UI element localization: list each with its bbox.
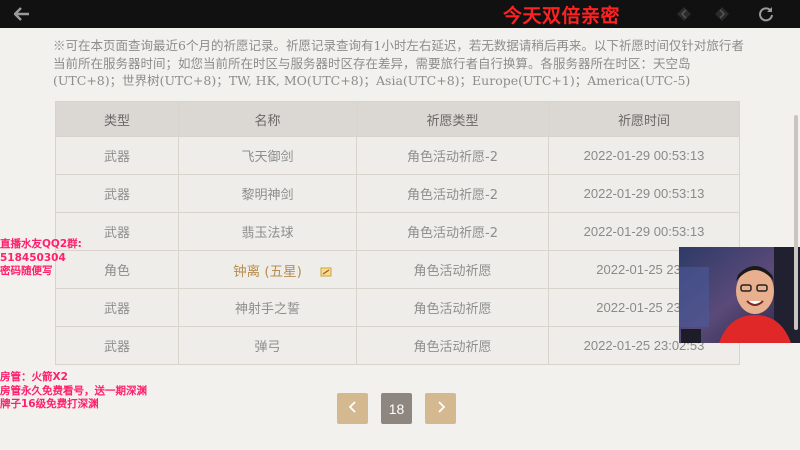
cell-wish-type: 角色活动祈愿-2 (356, 212, 549, 251)
wish-history-table: 类型 名称 祈愿类型 祈愿时间 武器 飞天御剑 角色活动祈愿-2 2022-01… (55, 101, 740, 365)
next-page-button[interactable] (425, 393, 456, 424)
qq-line-3: 密码随便写 (0, 265, 53, 277)
cell-time: 2022-01-29 00:53:13 (548, 212, 740, 251)
cell-wish-type: 角色活动祈愿-2 (356, 136, 549, 175)
admin-line-1: 房管：火箭X2 (0, 371, 68, 383)
cell-name: 飞天御剑 (178, 136, 357, 175)
page-scrollbar[interactable] (794, 115, 798, 330)
chevron-left-icon (348, 399, 358, 418)
chevron-right-icon (436, 399, 446, 418)
table-row: 武器 神射手之誓 角色活动祈愿 2022-01-25 23:0 (55, 288, 740, 327)
cell-type: 武器 (55, 136, 179, 175)
sticker-icon (320, 262, 332, 277)
table-row: 角色 钟离 (五星) 角色活动祈愿 2022-01-25 23:0 (55, 250, 740, 289)
prev-page-button[interactable] (337, 393, 368, 424)
admin-overlay: 房管：火箭X2 房管永久免费看号，送一期深渊 牌子16级免费打深渊 (0, 371, 147, 412)
back-arrow-icon[interactable] (12, 4, 32, 24)
cell-wish-type: 角色活动祈愿 (356, 250, 549, 289)
cell-name: 弹弓 (178, 326, 357, 365)
table-row: 武器 飞天御剑 角色活动祈愿-2 2022-01-29 00:53:13 (55, 136, 740, 175)
admin-line-3: 牌子16级免费打深渊 (0, 398, 99, 410)
cell-type: 武器 (55, 288, 179, 327)
cell-type: 武器 (55, 174, 179, 213)
table-header-row: 类型 名称 祈愿类型 祈愿时间 (55, 101, 740, 137)
cell-wish-type: 角色活动祈愿-2 (356, 174, 549, 213)
qq-line-2: 518450304 (0, 251, 66, 264)
table-row: 武器 弹弓 角色活动祈愿 2022-01-25 23:02:53 (55, 326, 740, 365)
header-wish-time: 祈愿时间 (548, 101, 740, 137)
current-page-indicator[interactable]: 18 (381, 393, 412, 424)
table-row: 武器 翡玉法球 角色活动祈愿-2 2022-01-29 00:53:13 (55, 212, 740, 251)
header-name: 名称 (178, 101, 357, 137)
header-wish-type: 祈愿类型 (356, 101, 549, 137)
diamond-left-icon[interactable] (674, 4, 694, 24)
cell-wish-type: 角色活动祈愿 (356, 288, 549, 327)
cell-time: 2022-01-29 00:53:13 (548, 174, 740, 213)
webcam-overlay (679, 247, 800, 343)
cell-name: 神射手之誓 (178, 288, 357, 327)
qq-group-overlay: 直播水友QQ2群: 518450304 密码随便写 (0, 238, 82, 279)
cell-name: 翡玉法球 (178, 212, 357, 251)
header-type: 类型 (55, 101, 179, 137)
admin-line-2: 房管永久免费看号，送一期深渊 (0, 384, 147, 397)
cell-time: 2022-01-29 00:53:13 (548, 136, 740, 175)
stream-overlay-title: 今天双倍亲密 (503, 5, 621, 27)
refresh-icon[interactable] (756, 4, 776, 24)
cell-wish-type: 角色活动祈愿 (356, 326, 549, 365)
table-row: 武器 黎明神剑 角色活动祈愿-2 2022-01-29 00:53:13 (55, 174, 740, 213)
cell-type: 武器 (55, 326, 179, 365)
top-toolbar: 今天双倍亲密 (0, 0, 800, 28)
qq-line-1: 直播水友QQ2群: (0, 238, 82, 250)
wish-notice: ※可在本页面查询最近6个月的祈愿记录。祈愿记录查询有1小时左右延迟，若无数据请稍… (53, 38, 744, 88)
diamond-right-icon[interactable] (712, 4, 732, 24)
cell-name: 黎明神剑 (178, 174, 357, 213)
